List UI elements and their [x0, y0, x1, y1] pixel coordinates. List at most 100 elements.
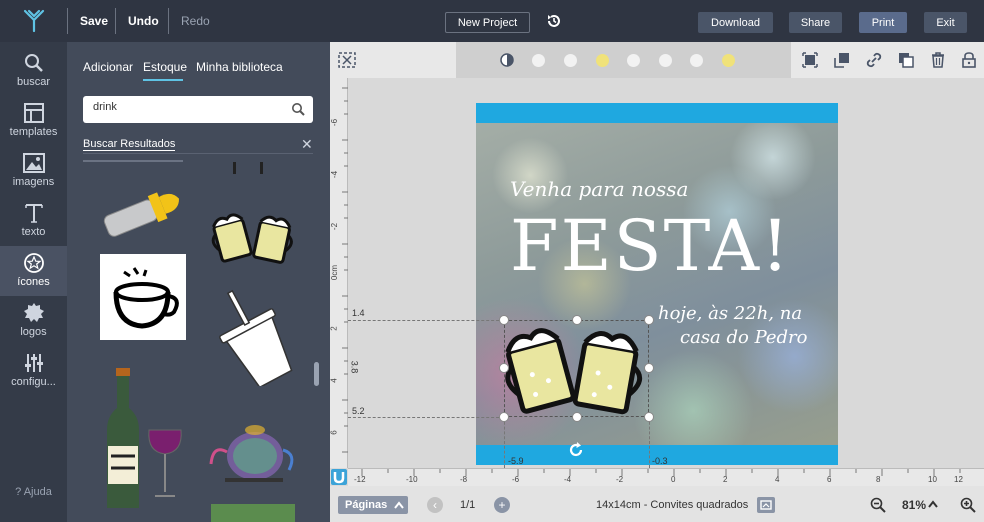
contrast-icon[interactable] — [500, 53, 514, 67]
separator — [168, 8, 169, 34]
layer-icon[interactable] — [834, 52, 850, 68]
color-swatch[interactable] — [596, 54, 609, 67]
sidebar-item-label: buscar — [16, 76, 51, 88]
resize-handle[interactable] — [499, 363, 509, 373]
separator — [115, 8, 116, 34]
sidebar-item-buscar[interactable]: buscar — [0, 46, 67, 96]
pages-button[interactable]: Páginas — [338, 496, 408, 514]
invite-title[interactable]: FESTA! — [510, 205, 791, 287]
print-button[interactable]: Print — [859, 12, 907, 33]
redo-button[interactable]: Redo — [181, 14, 210, 28]
link-icon[interactable] — [866, 52, 882, 68]
horizontal-ruler: -12 -10 -8 -6 -4 -2 0 2 4 6 8 10 12 — [348, 468, 984, 486]
rotate-icon[interactable] — [566, 440, 586, 460]
ruler-ticks — [361, 469, 961, 476]
canvas-toolbar — [330, 42, 984, 78]
lock-icon[interactable] — [962, 52, 976, 68]
chevron-up-icon — [394, 501, 404, 509]
ruler-label: 4 — [775, 475, 780, 484]
color-swatch[interactable] — [722, 54, 735, 67]
baby-bottle-icon[interactable] — [97, 182, 189, 240]
search-icon[interactable] — [291, 102, 305, 116]
sidebar-item-icones[interactable]: ícones — [0, 246, 67, 296]
color-swatch[interactable] — [627, 54, 640, 67]
fit-screen-icon[interactable] — [338, 52, 356, 68]
download-button[interactable]: Download — [698, 12, 773, 33]
tab-minha-biblioteca[interactable]: Minha biblioteca — [196, 60, 283, 74]
selection-box[interactable] — [504, 320, 649, 417]
add-page-button[interactable]: + — [494, 497, 510, 513]
invite-detail-line1[interactable]: hoje, às 22h, na — [658, 303, 802, 324]
ruler-label: -12 — [354, 475, 366, 484]
teapot-icon[interactable] — [209, 410, 299, 488]
color-swatch[interactable] — [564, 54, 577, 67]
share-button[interactable]: Share — [789, 12, 842, 33]
resize-handle[interactable] — [499, 315, 509, 325]
help-link[interactable]: ? Ajuda — [0, 486, 67, 498]
trash-icon[interactable] — [930, 52, 946, 68]
color-swatch[interactable] — [532, 54, 545, 67]
history-icon[interactable] — [546, 13, 562, 29]
bottom-bar: Páginas ‹ 1/1 + 14x14cm - Convites quadr… — [330, 486, 984, 522]
resize-handle[interactable] — [572, 315, 582, 325]
zoom-in-icon[interactable] — [960, 497, 976, 513]
ruler-label: 4 — [329, 378, 339, 383]
sidebar-item-templates[interactable]: templates — [0, 96, 67, 146]
wine-bottle-icon[interactable] — [103, 368, 185, 510]
image-size-icon — [760, 500, 772, 510]
logo-icon — [23, 9, 44, 33]
active-tab-indicator — [143, 79, 183, 81]
partial-item — [233, 162, 236, 174]
document-size: 14x14cm - Convites quadrados — [596, 499, 749, 511]
dimension-label: -5.9 — [508, 456, 524, 466]
close-icon[interactable]: ✕ — [301, 136, 313, 153]
resize-handle[interactable] — [644, 315, 654, 325]
resize-handle[interactable] — [499, 412, 509, 422]
guide-line — [348, 417, 504, 418]
chevron-up-icon[interactable] — [928, 500, 938, 508]
color-swatch[interactable] — [659, 54, 672, 67]
ruler-label: 2 — [329, 326, 339, 331]
exit-button[interactable]: Exit — [924, 12, 967, 33]
dimension-label: -0.3 — [652, 456, 668, 466]
tab-estoque[interactable]: Estoque — [143, 60, 187, 74]
resize-document-icon[interactable] — [757, 497, 775, 513]
coffee-cup-icon[interactable] — [100, 254, 186, 340]
tab-adicionar[interactable]: Adicionar — [83, 60, 133, 74]
color-swatch[interactable] — [690, 54, 703, 67]
save-button[interactable]: Save — [80, 14, 108, 28]
partial-item[interactable] — [211, 504, 295, 522]
soda-cup-icon[interactable] — [209, 286, 301, 386]
zoom-out-icon[interactable] — [870, 497, 886, 513]
resize-handle[interactable] — [644, 412, 654, 422]
app-logo[interactable] — [0, 0, 67, 42]
search-input[interactable] — [93, 101, 273, 113]
top-banner[interactable] — [476, 103, 838, 123]
new-project-button[interactable]: New Project — [445, 12, 530, 33]
ruler-label: 0cm — [330, 264, 340, 281]
sidebar-item-label: logos — [20, 326, 47, 338]
prev-page-button[interactable]: ‹ — [427, 497, 443, 513]
ruler-label: -2 — [330, 222, 340, 231]
sidebar-item-texto[interactable]: texto — [0, 196, 67, 246]
resize-handle[interactable] — [572, 412, 582, 422]
results-label: Buscar Resultados — [83, 138, 176, 151]
sidebar-item-logos[interactable]: logos — [0, 296, 67, 346]
ruler-label: -6 — [512, 475, 520, 484]
dimension-label: 5.2 — [352, 406, 365, 416]
invite-heading[interactable]: Venha para nossa — [510, 177, 688, 201]
scrollbar[interactable] — [314, 362, 319, 386]
beer-mugs-icon[interactable] — [209, 206, 299, 268]
ruler-label: -4 — [330, 170, 340, 179]
select-icon[interactable] — [802, 52, 818, 68]
resize-handle[interactable] — [644, 363, 654, 373]
duplicate-icon[interactable] — [898, 52, 914, 68]
guide-line — [504, 417, 505, 468]
ruler-toggle-button[interactable] — [331, 469, 347, 485]
sidebar-item-configuracoes[interactable]: configu... — [0, 346, 67, 396]
sidebar-item-imagens[interactable]: imagens — [0, 146, 67, 196]
invite-detail-line2[interactable]: casa do Pedro — [680, 327, 808, 348]
separator — [67, 8, 68, 34]
undo-button[interactable]: Undo — [128, 14, 159, 28]
ruler-label: -10 — [406, 475, 418, 484]
